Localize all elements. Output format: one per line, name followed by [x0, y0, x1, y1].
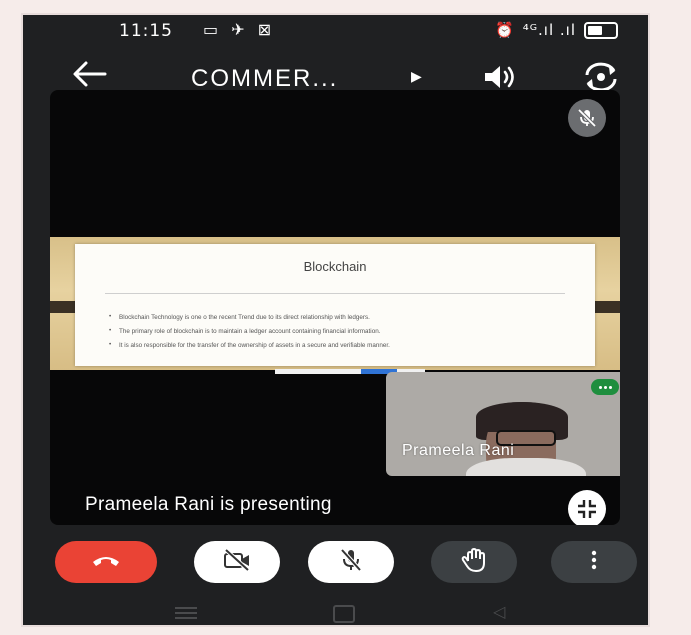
slide-bullet: The primary role of blockchain is to mai…	[109, 327, 380, 335]
raise-hand-button[interactable]	[431, 541, 517, 583]
status-bar: 11:15 ▭ ✈ ⊠ ⏰ ⁴ᴳ.ıl .ıl	[23, 15, 648, 49]
meeting-title[interactable]: COMMER...	[191, 65, 338, 93]
slide-bullet: It is also responsible for the transfer …	[109, 341, 390, 349]
status-time: 11:15	[119, 21, 173, 41]
slide-bullet: Blockchain Technology is one o the recen…	[109, 313, 370, 321]
speaking-indicator-icon	[591, 379, 619, 395]
mic-toggle-button[interactable]	[308, 541, 394, 583]
home-icon[interactable]	[333, 605, 355, 623]
mic-off-icon	[338, 547, 364, 577]
system-nav-bar: ◁	[23, 598, 648, 625]
phone-screen: 11:15 ▭ ✈ ⊠ ⏰ ⁴ᴳ.ıl .ıl COMMER... ▶ Bloc…	[23, 15, 648, 625]
camera-toggle-button[interactable]	[194, 541, 280, 583]
recent-apps-icon[interactable]	[175, 607, 197, 622]
participant-name: Prameela Rani	[402, 442, 515, 459]
alarm-icon: ⏰	[495, 21, 515, 39]
end-call-button[interactable]	[55, 541, 157, 583]
slide-title: Blockchain	[303, 259, 367, 274]
back-triangle-icon[interactable]: ◁	[493, 602, 505, 621]
status-right-icons: ⏰ ⁴ᴳ.ıl .ıl	[495, 21, 618, 39]
raise-hand-icon	[461, 547, 487, 577]
call-controls	[23, 535, 648, 595]
shared-screen: Blockchain Blockchain Technology is one …	[50, 237, 620, 374]
camera-off-icon	[222, 548, 252, 576]
more-vert-icon	[590, 550, 598, 574]
more-options-button[interactable]	[551, 541, 637, 583]
presenting-status: Prameela Rani is presenting	[85, 494, 332, 515]
collapse-icon[interactable]	[568, 490, 606, 525]
network-signal: ⁴ᴳ.ıl .ıl	[522, 21, 576, 39]
participant-tile[interactable]: Prameela Rani	[386, 372, 620, 476]
battery-icon	[584, 21, 618, 39]
phone-hangup-icon	[91, 552, 121, 572]
presentation-stage[interactable]: Blockchain Blockchain Technology is one …	[50, 90, 620, 525]
expand-title-icon[interactable]: ▶	[411, 69, 422, 85]
mic-off-icon	[568, 99, 606, 137]
presentation-slide: Blockchain Blockchain Technology is one …	[75, 244, 595, 374]
status-left-icons: ▭ ✈ ⊠	[203, 20, 276, 39]
slide-divider	[105, 293, 565, 294]
